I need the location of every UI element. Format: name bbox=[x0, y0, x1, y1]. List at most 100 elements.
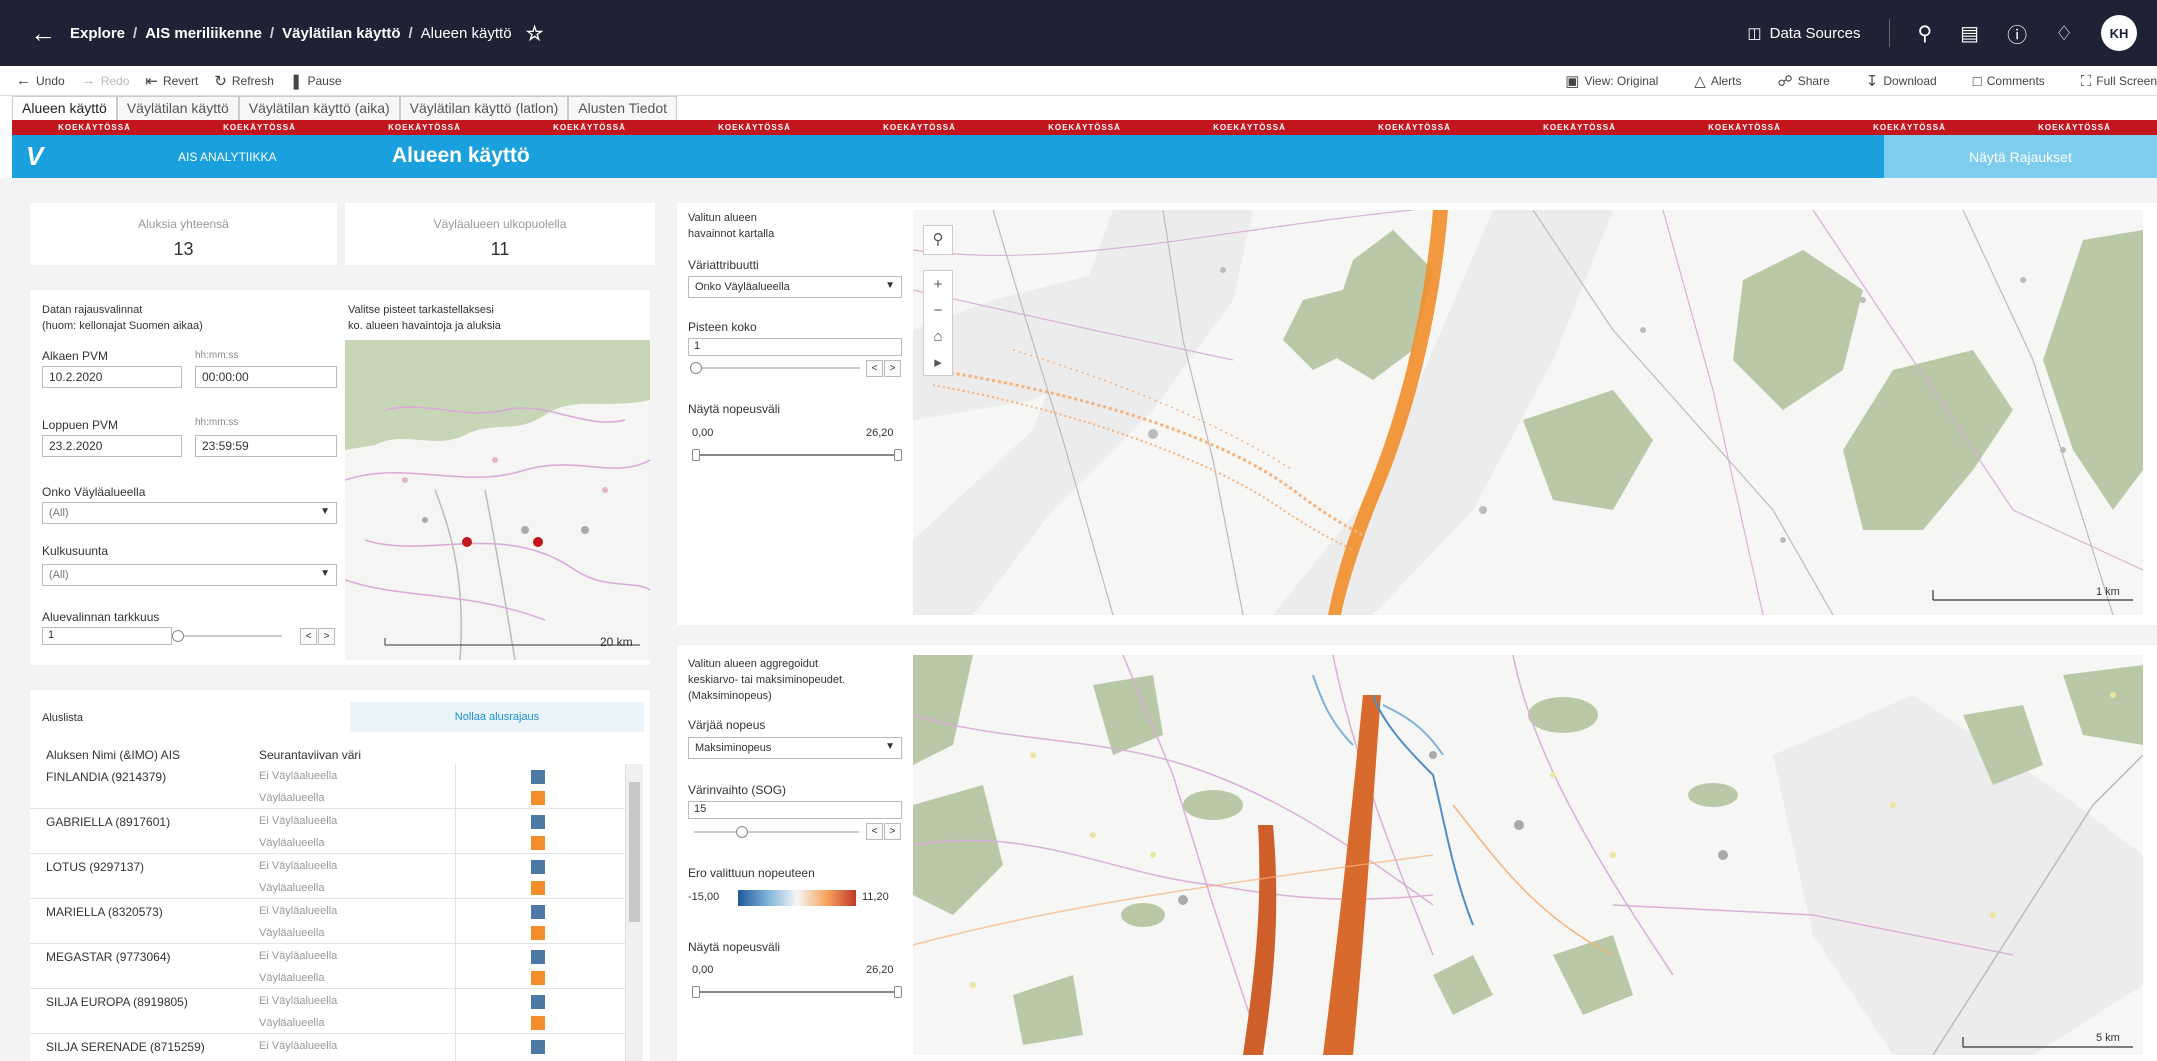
breadcrumb-explore[interactable]: Explore bbox=[70, 25, 125, 42]
slider-max-handle[interactable] bbox=[894, 986, 902, 998]
speed-diff-min: -15,00 bbox=[688, 891, 720, 903]
map1-scale: 1 km bbox=[2096, 586, 2120, 598]
view-original-button[interactable]: ▣ View: Original bbox=[1565, 72, 1658, 90]
alerts-button[interactable]: △ Alerts bbox=[1694, 72, 1741, 90]
color-change-slider[interactable] bbox=[694, 826, 859, 838]
direction-filter-value: (All) bbox=[49, 569, 69, 581]
zoom-in-icon[interactable]: + bbox=[934, 271, 943, 297]
expand-arrow-icon[interactable]: ▸ bbox=[934, 349, 942, 375]
divider bbox=[455, 944, 456, 989]
zoom-out-icon[interactable]: − bbox=[934, 297, 943, 323]
tab-vaylatilan-kaytto-aika[interactable]: Väylätilan käyttö (aika) bbox=[238, 96, 400, 120]
ship-name: SILJA EUROPA (8919805) bbox=[46, 995, 188, 1009]
download-label: Download bbox=[1883, 74, 1937, 88]
slider-track bbox=[690, 367, 860, 369]
tab-alueen-kaytto[interactable]: Alueen käyttö bbox=[12, 96, 117, 120]
slider-knob[interactable] bbox=[736, 826, 748, 838]
table-row[interactable]: SILJA SERENADE (8715259) Ei Väyläalueella bbox=[30, 1034, 625, 1061]
search-icon[interactable]: ⚲ bbox=[1918, 21, 1933, 46]
help-icon[interactable]: ⓘ bbox=[2007, 19, 2027, 48]
scrollbar-thumb[interactable] bbox=[629, 782, 640, 922]
color-attribute-select[interactable]: Onko Väyläalueella ▼ bbox=[688, 276, 902, 298]
slider-track bbox=[692, 454, 902, 456]
step-forward-icon[interactable]: > bbox=[884, 360, 901, 377]
table-row[interactable]: MARIELLA (8320573) Ei Väyläalueella Väyläa… bbox=[30, 899, 625, 944]
refresh-button[interactable]: ↻ Refresh bbox=[214, 72, 274, 90]
start-time-label: hh:mm:ss bbox=[195, 350, 239, 361]
notes-icon[interactable]: ▤ bbox=[1960, 21, 1979, 46]
ship-table: FINLANDIA (9214379) Ei Väyläalueella Väylä… bbox=[30, 764, 644, 1061]
divider bbox=[455, 854, 456, 899]
home-icon[interactable]: ⌂ bbox=[933, 323, 942, 349]
precision-slider[interactable] bbox=[172, 630, 282, 642]
map2-speed-range-slider[interactable] bbox=[692, 986, 902, 998]
observations-map[interactable] bbox=[913, 210, 2143, 615]
slider-max-handle[interactable] bbox=[894, 449, 902, 461]
aggregated-speed-map[interactable] bbox=[913, 655, 2143, 1055]
color-attribute-value: Onko Väyläalueella bbox=[695, 281, 790, 293]
fairway-filter-select[interactable]: (All) ▼ bbox=[42, 502, 337, 524]
end-time-input[interactable]: 23:59:59 bbox=[195, 435, 337, 457]
redo-button[interactable]: → Redo bbox=[81, 72, 130, 89]
color-change-stepper: < > bbox=[866, 823, 901, 840]
step-forward-icon[interactable]: > bbox=[884, 823, 901, 840]
show-filters-button[interactable]: Näytä Rajaukset bbox=[1884, 135, 2157, 178]
bell-icon[interactable]: ♢ bbox=[2055, 21, 2073, 46]
point-size-input[interactable]: 1 bbox=[688, 338, 902, 356]
full-screen-button[interactable]: ⛶ Full Screen bbox=[2081, 73, 2157, 90]
table-row[interactable]: FINLANDIA (9214379) Ei Väyläalueella Väylä… bbox=[30, 764, 625, 809]
color-change-input[interactable]: 15 bbox=[688, 801, 902, 819]
speed-range-slider[interactable] bbox=[692, 449, 902, 461]
table-row[interactable]: MEGASTAR (9773064) Ei Väyläalueella Väyläa… bbox=[30, 944, 625, 989]
slider-knob[interactable] bbox=[690, 362, 702, 374]
speed-diff-color-legend bbox=[738, 890, 856, 906]
data-sources-button[interactable]: ◫ Data Sources bbox=[1747, 24, 1860, 43]
map2-title: Valitun alueen aggregoidut bbox=[688, 658, 819, 670]
start-date-input[interactable]: 10.2.2020 bbox=[42, 366, 182, 388]
table-row[interactable]: LOTUS (9297137) Ei Väyläalueella Väyläalue… bbox=[30, 854, 625, 899]
breadcrumb-workbook[interactable]: Väylätilan käyttö bbox=[282, 25, 400, 42]
color-attribute-label: Väriattribuutti bbox=[688, 258, 759, 272]
track-color-label: Väyläalueella bbox=[259, 837, 325, 849]
slider-min-handle[interactable] bbox=[692, 449, 700, 461]
step-back-icon[interactable]: < bbox=[866, 823, 883, 840]
slider-knob[interactable] bbox=[172, 630, 184, 642]
pause-button[interactable]: ❚ Pause bbox=[290, 72, 342, 90]
overview-minimap[interactable] bbox=[345, 340, 650, 660]
end-date-input[interactable]: 23.2.2020 bbox=[42, 435, 182, 457]
app-name: AIS ANALYTIIKKA bbox=[178, 150, 277, 164]
back-arrow-icon[interactable]: ← bbox=[30, 18, 70, 49]
avatar[interactable]: KH bbox=[2101, 15, 2137, 51]
tab-alusten-tiedot[interactable]: Alusten Tiedot bbox=[568, 96, 678, 120]
step-back-icon[interactable]: < bbox=[866, 360, 883, 377]
direction-filter-select[interactable]: (All) ▼ bbox=[42, 564, 337, 586]
favorite-star-icon[interactable]: ☆ bbox=[526, 21, 544, 46]
color-swatch bbox=[531, 1040, 545, 1054]
share-button[interactable]: ☍ Share bbox=[1778, 72, 1830, 90]
precision-input[interactable]: 1 bbox=[42, 627, 172, 645]
search-icon[interactable]: ⚲ bbox=[933, 226, 944, 252]
start-time-input[interactable]: 00:00:00 bbox=[195, 366, 337, 388]
comments-label: Comments bbox=[1986, 74, 2045, 88]
breadcrumb-project[interactable]: AIS meriliikenne bbox=[145, 25, 262, 42]
map-search-control[interactable]: ⚲ bbox=[923, 225, 953, 255]
ship-name: MEGASTAR (9773064) bbox=[46, 950, 171, 964]
download-button[interactable]: ↧ Download bbox=[1866, 72, 1937, 90]
undo-button[interactable]: ← Undo bbox=[16, 72, 65, 89]
slider-min-handle[interactable] bbox=[692, 986, 700, 998]
comments-button[interactable]: □ Comments bbox=[1973, 73, 2045, 90]
color-speed-select[interactable]: Maksiminopeus ▼ bbox=[688, 737, 902, 759]
step-forward-icon[interactable]: > bbox=[318, 628, 335, 645]
tab-vaylatilan-kaytto-latlon[interactable]: Väylätilan käyttö (latlon) bbox=[399, 96, 569, 120]
step-back-icon[interactable]: < bbox=[300, 628, 317, 645]
table-row[interactable]: SILJA EUROPA (8919805) Ei Väyläalueella Vä… bbox=[30, 989, 625, 1034]
minimap-scale: 20 km bbox=[600, 635, 633, 649]
point-size-slider[interactable] bbox=[690, 362, 860, 374]
tab-vaylatilan-kaytto[interactable]: Väylätilan käyttö bbox=[116, 96, 239, 120]
reset-ship-filter-button[interactable]: Nollaa alusrajaus bbox=[350, 702, 644, 732]
ribbon-label: KOEKÄYTÖSSÄ bbox=[388, 123, 461, 132]
revert-button[interactable]: ⇤ Revert bbox=[145, 72, 198, 90]
table-row[interactable]: GABRIELLA (8917601) Ei Väyläalueella Väylä… bbox=[30, 809, 625, 854]
revert-icon: ⇤ bbox=[145, 72, 158, 90]
ship-table-scrollbar[interactable] bbox=[625, 764, 643, 1061]
